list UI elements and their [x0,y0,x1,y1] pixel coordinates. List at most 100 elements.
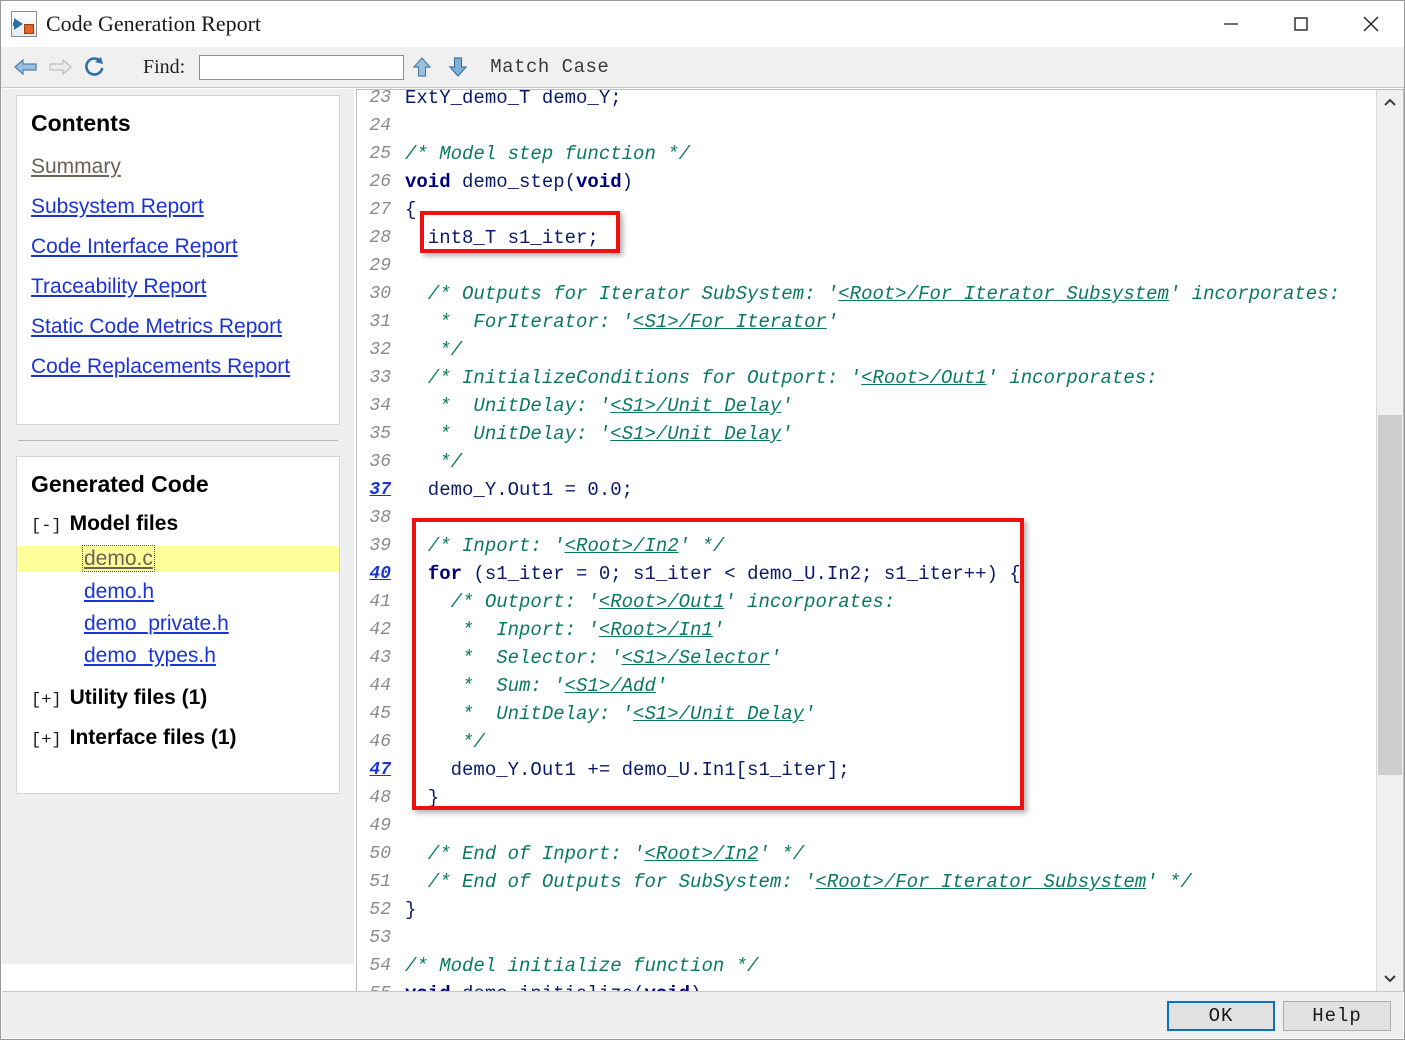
tree-group-utility-files[interactable]: [+] Utility files (1) [31,686,325,710]
code-block-link[interactable]: <S1>/Add [565,675,656,697]
code-block-link[interactable]: <S1>/Unit Delay [610,423,781,445]
code-scroll-area[interactable]: 23 ExtY_demo_T demo_Y; 24 25 /* Model step f… [356,89,1376,992]
code-line-content: demo_Y.Out1 += demo_U.In1[s1_iter]; [405,756,850,784]
code-block-link[interactable]: <Root>/For Iterator Subsystem [815,871,1146,893]
code-token: for [427,563,463,585]
tree-group-interface-files[interactable]: [+] Interface files (1) [31,726,325,750]
code-line-number-link[interactable]: 47 [357,756,405,784]
scroll-up-icon[interactable] [1377,90,1403,116]
find-input[interactable] [199,54,405,80]
code-block-link[interactable]: <S1>/For Iterator [633,311,827,333]
code-line-content: } [405,784,439,812]
scrollbar-thumb[interactable] [1378,415,1402,775]
code-line-content: * ForIterator: '<S1>/For Iterator' [405,308,838,336]
simulink-report-icon [11,11,37,37]
file-link[interactable]: demo.c [82,545,155,572]
code-token: * Selector: ' [405,647,622,669]
dialog-footer: OK Help [2,991,1403,1038]
code-block-link[interactable]: <Root>/In2 [565,535,679,557]
sidebar-item-summary[interactable]: Summary [31,155,325,179]
code-line-content: */ [405,448,462,476]
code-token: void [576,171,622,193]
code-token: ' [655,675,668,697]
code-line: 52} [357,896,1376,924]
expand-toggle-icon[interactable]: [+] [31,731,62,750]
find-down-arrow-icon[interactable] [440,52,476,82]
vertical-scrollbar[interactable] [1376,89,1404,992]
code-block-link[interactable]: <Root>/In2 [644,843,758,865]
file-link[interactable]: demo.h [84,580,154,603]
code-token: /* Outport: ' [405,591,599,613]
code-block-link[interactable]: <Root>/Out1 [861,367,986,389]
code-line-content: void demo_step(void) [405,168,633,196]
code-line: 34 * UnitDelay: '<S1>/Unit Delay' [357,392,1376,420]
code-line: 43 * Selector: '<S1>/Selector' [357,644,1376,672]
sidebar-item-code-replacements-report[interactable]: Code Replacements Report [31,355,325,379]
code-block-link[interactable]: <S1>/Unit Delay [633,703,804,725]
code-line: 30 /* Outputs for Iterator SubSystem: '<… [357,280,1376,308]
code-token: ' [781,423,793,445]
code-line: 29 [357,252,1376,280]
code-line: 40 for (s1_iter = 0; s1_iter < demo_U.In… [357,560,1376,588]
code-block-link[interactable]: <Root>/In1 [599,619,713,641]
help-button[interactable]: Help [1283,1001,1391,1031]
code-token: (s1_iter = 0; s1_iter < demo_U.In2; s1_i… [462,563,1021,585]
code-line: 39 /* Inport: '<Root>/In2' */ [357,532,1376,560]
code-line-number: 31 [369,312,391,332]
find-up-arrow-icon[interactable] [404,52,440,82]
code-token: ' incorporates: [1168,283,1340,305]
code-line-number: 53 [369,928,391,948]
code-block-link[interactable]: <Root>/For Iterator Subsystem [838,283,1169,305]
code-line-content: int8_T s1_iter; [405,224,599,252]
list-item-demo-types-h[interactable]: demo_types.h [31,644,325,668]
minimize-button[interactable] [1196,1,1266,47]
code-line: 23 ExtY_demo_T demo_Y; [357,89,1376,112]
code-line: 31 * ForIterator: '<S1>/For Iterator' [357,308,1376,336]
ok-button[interactable]: OK [1167,1001,1275,1031]
sidebar-item-code-interface-report[interactable]: Code Interface Report [31,235,325,259]
sidebar-item-traceability-report[interactable]: Traceability Report [31,275,325,299]
back-arrow-icon[interactable] [9,52,43,82]
expand-toggle-icon[interactable]: [+] [31,691,62,710]
code-line-content: /* Model initialize function */ [405,952,758,980]
code-token: } [405,899,417,921]
tree-group-model-files[interactable]: [-] Model files [31,512,325,536]
code-line: 35 * UnitDelay: '<S1>/Unit Delay' [357,420,1376,448]
code-line-number: 23 [369,89,391,108]
code-line-content: /* Outport: '<Root>/Out1' incorporates: [405,588,896,616]
code-block-link[interactable]: <S1>/Selector [622,647,770,669]
sidebar-item-static-code-metrics-report[interactable]: Static Code Metrics Report [31,315,325,339]
maximize-button[interactable] [1266,1,1336,47]
list-item-demo-private-h[interactable]: demo_private.h [31,612,325,636]
code-block-link[interactable]: <S1>/Unit Delay [610,395,781,417]
code-block-link[interactable]: <Root>/Out1 [599,591,724,613]
collapse-toggle-icon[interactable]: [-] [31,517,62,536]
code-line: 33 /* InitializeConditions for Outport: … [357,364,1376,392]
code-line: 25 /* Model step function */ [357,140,1376,168]
code-line-number: 30 [369,284,391,304]
sidebar-item-subsystem-report[interactable]: Subsystem Report [31,195,325,219]
code-line: 53 [357,924,1376,952]
code-line-number: 38 [369,508,391,528]
code-line-number: 33 [369,368,391,388]
file-link[interactable]: demo_private.h [84,612,229,635]
code-line-number-link[interactable]: 37 [357,476,405,504]
code-line-content: /* End of Outputs for SubSystem: '<Root>… [405,868,1192,896]
code-line-content: * UnitDelay: '<S1>/Unit Delay' [405,392,792,420]
code-token: ) [621,171,634,193]
refresh-icon[interactable] [77,52,111,82]
window-title: Code Generation Report [46,11,262,36]
list-item-demo-c[interactable]: demo.c [17,545,339,572]
code-token: { [405,199,417,221]
scroll-down-icon[interactable] [1377,965,1403,991]
close-button[interactable] [1336,1,1404,47]
code-line: 32 */ [357,336,1376,364]
code-line-number-link[interactable]: 40 [357,560,405,588]
match-case-toggle[interactable]: Match Case [490,56,609,78]
file-link[interactable]: demo_types.h [84,644,216,667]
code-line-number: 50 [369,844,391,864]
code-token: /* Outputs for Iterator SubSystem: ' [405,283,839,305]
list-item-demo-h[interactable]: demo.h [31,580,325,604]
code-line-number: 36 [369,452,391,472]
